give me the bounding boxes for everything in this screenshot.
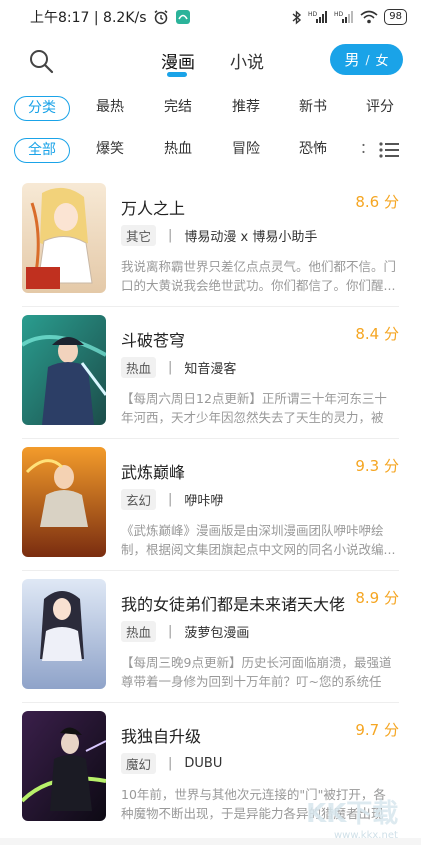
comic-description: 【每周三晚9点更新】历史长河面临崩溃，最强道尊带着一身修为回到十万年前？叮~您的… [121,655,392,689]
comic-score: 9.7 分 [355,721,399,739]
comic-meta: 其它 | 博易动漫 x 博易小助手 [121,225,317,246]
comic-title[interactable]: 万人之上 [121,195,185,219]
filter-rating[interactable]: 评分 [366,96,394,121]
signal-hd-1-icon: HD [308,10,328,24]
genre-horror[interactable]: 恐怖 [299,138,327,163]
search-button[interactable] [28,48,54,74]
comic-description: 《武炼巅峰》漫画版是由深圳漫画团队咿咔咿绘制，根据阅文集团旗起点中文网的同名小说… [121,523,396,557]
comic-author: 咿咔咿 [184,494,224,509]
meta-divider: | [168,360,173,375]
comic-genre-tag: 魔幻 [121,753,157,774]
status-bar: 上午8:17 | 8.2K/s HD HD 98 [0,0,421,34]
status-time-speed: 上午8:17 | 8.2K/s [30,10,147,26]
meta-divider: | [168,492,173,507]
battery-indicator: 98 [384,9,407,25]
tab-comics[interactable]: 漫画 [161,48,195,73]
watermark-logo: KK下载 www.kkx.net [300,792,416,842]
gender-toggle[interactable]: 男 / 女 [330,44,403,75]
comic-cover[interactable] [22,183,106,293]
search-icon [30,50,54,74]
tab-novels[interactable]: 小说 [230,48,264,73]
comic-genre-tag: 其它 [121,225,157,246]
comic-title[interactable]: 斗破苍穹 [121,327,185,351]
active-tab-indicator [167,72,187,77]
genre-hot-blooded[interactable]: 热血 [164,138,192,163]
comic-author: DUBU [184,756,223,771]
comic-title[interactable]: 我独自升级 [121,723,201,747]
comic-author: 菠萝包漫画 [184,626,250,641]
comic-score: 8.9 分 [355,589,399,607]
comic-meta: 热血 | 知音漫客 [121,357,236,378]
comic-item[interactable]: 万人之上 8.6 分 其它 | 博易动漫 x 博易小助手 我说离称霸世界只差亿点… [0,175,421,307]
comic-score: 8.6 分 [355,193,399,211]
wifi-icon [360,10,378,24]
status-right: HD HD 98 [292,9,407,25]
comic-cover[interactable] [22,711,106,821]
filter-completed[interactable]: 完结 [164,96,192,121]
comic-item[interactable]: 武炼巅峰 9.3 分 玄幻 | 咿咔咿 《武炼巅峰》漫画版是由深圳漫画团队咿咔咿… [0,439,421,571]
comic-meta: 魔幻 | DUBU [121,753,222,774]
filter-hottest[interactable]: 最热 [96,96,124,121]
comic-meta: 热血 | 菠萝包漫画 [121,621,249,642]
comic-item[interactable]: 我的女徒弟们都是未来诸天大佬 8.9 分 热血 | 菠萝包漫画 【每周三晚9点更… [0,571,421,703]
alarm-icon [153,9,169,25]
gender-male-label: 男 [344,51,360,69]
genre-adventure[interactable]: 冒险 [232,138,260,163]
comic-genre-tag: 玄幻 [121,489,157,510]
comic-cover[interactable] [22,447,106,557]
app-notification-icon [175,9,191,25]
svg-text:HD: HD [308,11,318,18]
status-left: 上午8:17 | 8.2K/s [30,7,191,27]
comic-item[interactable]: 斗破苍穹 8.4 分 热血 | 知音漫客 【每周六周日12点更新】正所谓三十年河… [0,307,421,439]
comic-genre-tag: 热血 [121,357,157,378]
comic-author: 知音漫客 [184,362,237,377]
gender-separator: / [365,52,370,67]
signal-hd-2-icon: HD [334,10,354,24]
list-view-button[interactable] [378,140,400,160]
filter-recommended[interactable]: 推荐 [232,96,260,121]
meta-divider: | [168,624,173,639]
bottom-edge [0,838,421,845]
genre-comedy[interactable]: 爆笑 [96,138,124,163]
genre-more-partial[interactable]: ： [360,138,374,163]
comic-score: 9.3 分 [355,457,399,475]
meta-divider: | [168,228,173,243]
comic-description: 【每周六周日12点更新】正所谓三十年河东三十年河西，天才少年因忽然失去了天生的灵… [121,391,387,425]
comic-cover[interactable] [22,315,106,425]
list-icon [379,142,399,158]
sort-filter-row: 分类 最热 完结 推荐 新书 评分 [0,96,421,122]
comic-description: 我说离称霸世界只差亿点点灵气。他们都不信。门口的大黄说我会绝世武功。你们都信了。… [121,259,396,293]
meta-divider: | [168,756,173,771]
watermark-text: KK下载 [306,799,398,829]
comic-title[interactable]: 武炼巅峰 [121,459,185,483]
filter-category[interactable]: 分类 [14,96,70,121]
comic-title[interactable]: 我的女徒弟们都是未来诸天大佬 [121,591,345,615]
comic-author: 博易动漫 x 博易小助手 [184,230,318,245]
genre-filter-row: 全部 爆笑 热血 冒险 恐怖 ： [0,138,421,164]
gender-female-label: 女 [375,54,389,69]
svg-text:HD: HD [334,11,344,18]
genre-all[interactable]: 全部 [14,138,70,163]
filter-new-books[interactable]: 新书 [299,96,327,121]
comic-genre-tag: 热血 [121,621,157,642]
bluetooth-icon [292,9,302,25]
comic-score: 8.4 分 [355,325,399,343]
top-navigation: 漫画 小说 男 / 女 [0,38,421,84]
comic-cover[interactable] [22,579,106,689]
comic-meta: 玄幻 | 咿咔咿 [121,489,223,510]
